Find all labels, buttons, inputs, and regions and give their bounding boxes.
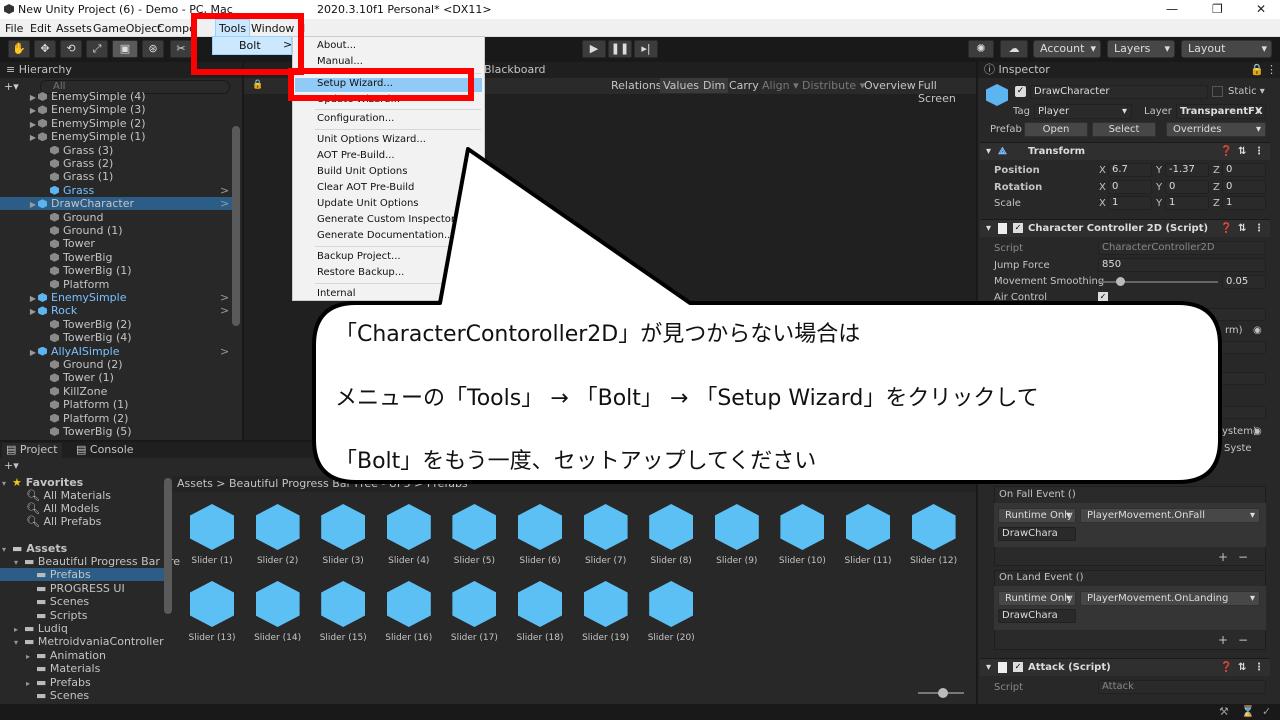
callout-bubble	[312, 147, 1222, 484]
callout-line-3: 「Bolt」をもう一度、セットアップしてください	[335, 449, 817, 474]
callout-line-2: メニューの「Tools」 → 「Bolt」 → 「Setup Wizard」をク…	[335, 386, 1039, 411]
callout-line-1: 「CharacterContoroller2D」が見つからない場合は	[335, 322, 861, 347]
